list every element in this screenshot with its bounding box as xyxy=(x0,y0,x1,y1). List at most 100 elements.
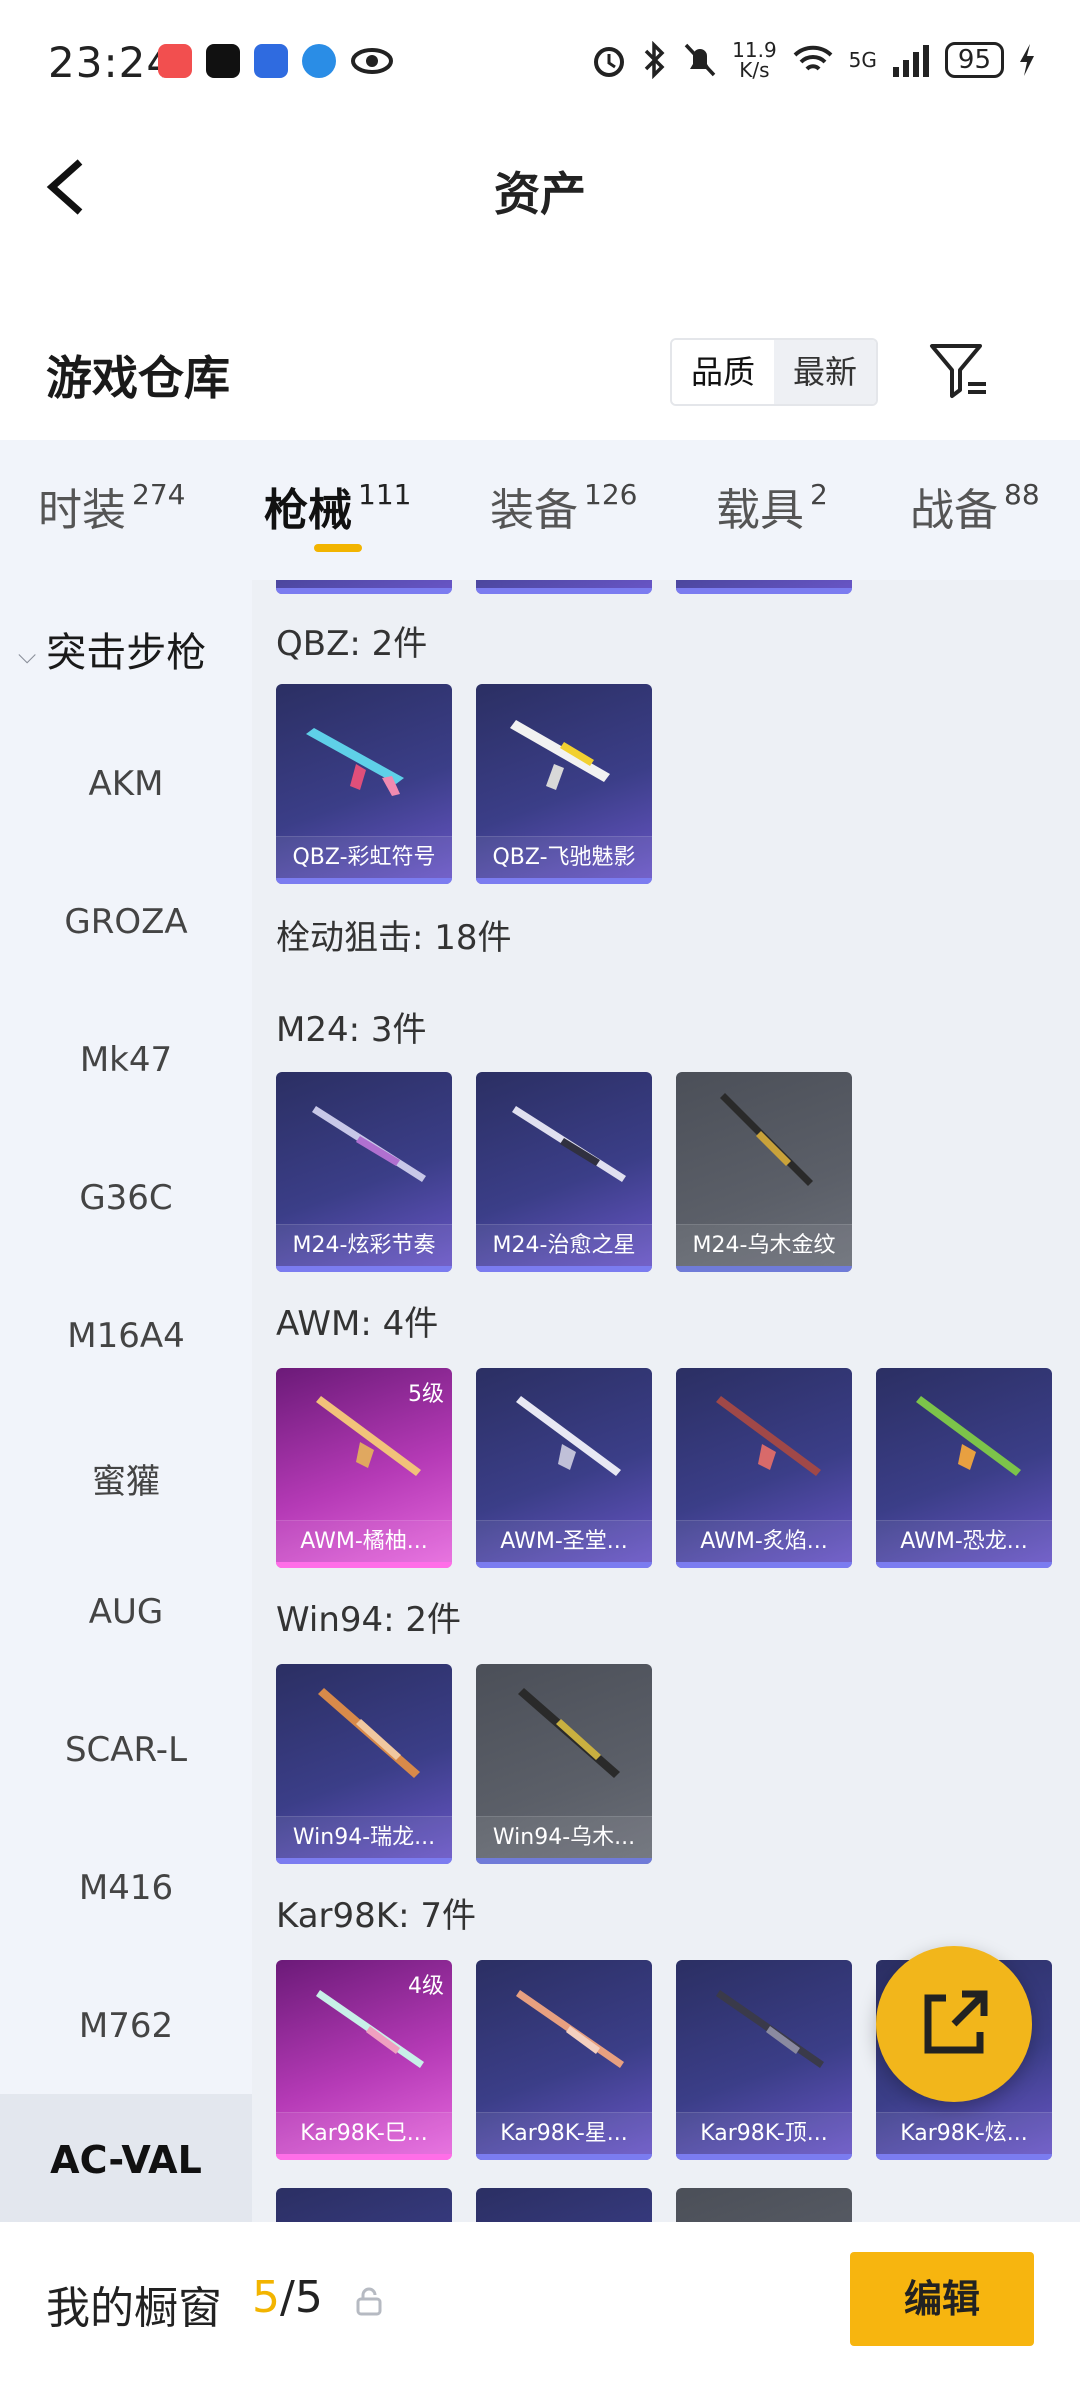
lock-icon xyxy=(356,2287,382,2316)
sidebar-item-honey-badger[interactable]: 蜜獾 xyxy=(0,1454,252,1503)
tab-vehicles[interactable]: 载具 2 xyxy=(716,474,828,538)
card-rarity-stripe xyxy=(276,588,452,594)
tab-fashion[interactable]: 时装 274 xyxy=(38,474,185,538)
showcase-total: /5 xyxy=(280,2272,323,2323)
skin-card[interactable] xyxy=(276,2188,452,2222)
skin-card-win94-1[interactable]: Win94-瑞龙... xyxy=(276,1664,452,1864)
charging-icon xyxy=(1020,44,1034,76)
status-bar: 23:24 11.9 K/s 5G 95 xyxy=(0,0,1080,126)
card-rarity-stripe xyxy=(476,1266,652,1272)
card-rarity-stripe xyxy=(476,878,652,884)
skin-card[interactable] xyxy=(676,2188,852,2222)
sidebar-item-ac-val[interactable]: AC-VAL xyxy=(0,2094,252,2222)
category-tabs: 时装 274 枪械 111 装备 126 载具 2 战备 88 xyxy=(0,440,1080,580)
skin-card-win94-2[interactable]: Win94-乌木... xyxy=(476,1664,652,1864)
sort-option-latest[interactable]: 最新 xyxy=(774,340,876,404)
net-speed-unit: K/s xyxy=(739,58,770,82)
card-rarity-stripe xyxy=(276,878,452,884)
showcase-bar: 我的橱窗 5/5 编辑 xyxy=(0,2222,1080,2382)
weapon-type-sidebar: ⌵ 突击步枪 AKM GROZA Mk47 G36C M16A4 蜜獾 AUG S… xyxy=(0,580,252,2222)
page-title: 资产 xyxy=(494,167,586,221)
share-external-icon xyxy=(924,1990,988,2054)
skin-card-awm-2[interactable]: AWM-圣堂... xyxy=(476,1368,652,1568)
soul-app-icon xyxy=(206,44,240,78)
skin-card-kar98k-1[interactable]: 4级 Kar98K-巳... xyxy=(276,1960,452,2160)
card-rarity-stripe xyxy=(676,588,852,594)
signal-label: 5G xyxy=(848,48,877,72)
sidebar-item-mk47[interactable]: Mk47 xyxy=(0,1040,252,1080)
active-tab-indicator xyxy=(314,544,362,552)
skin-card-awm-4[interactable]: AWM-恐龙... xyxy=(876,1368,1052,1568)
card-rarity-stripe xyxy=(476,588,652,594)
section-label-awm: AWM: 4件 xyxy=(276,1304,439,1344)
showcase-label: 我的橱窗 xyxy=(46,2283,222,2334)
filter-icon xyxy=(930,344,986,398)
section-label-bolt-action: 栓动狙击: 18件 xyxy=(276,918,512,958)
skin-card-kar98k-2[interactable]: Kar98K-星... xyxy=(476,1960,652,2160)
net-speed: 11.9 K/s xyxy=(732,40,777,80)
car-app-icon xyxy=(254,44,288,78)
sidebar-item-g36c[interactable]: G36C xyxy=(0,1178,252,1218)
sidebar-group-assault-rifles[interactable]: ⌵ 突击步枪 xyxy=(18,620,206,678)
share-button[interactable] xyxy=(876,1946,1032,2102)
sidebar-item-m416[interactable]: M416 xyxy=(0,1868,252,1908)
card-rarity-stripe xyxy=(676,2154,852,2160)
tab-guns[interactable]: 枪械 111 xyxy=(264,474,411,538)
tab-label: 枪械 xyxy=(264,485,352,536)
filter-button[interactable] xyxy=(928,340,990,402)
sidebar-item-m762[interactable]: M762 xyxy=(0,2006,252,2046)
skin-card[interactable] xyxy=(476,580,652,594)
wifi-icon xyxy=(793,45,833,71)
skin-card-awm-3[interactable]: AWM-炙焰... xyxy=(676,1368,852,1568)
tab-equipment[interactable]: 装备 126 xyxy=(490,474,637,538)
card-rarity-stripe xyxy=(476,2154,652,2160)
card-caption: QBZ-彩虹符号 xyxy=(276,836,452,878)
skin-card-awm-1[interactable]: 5级 AWM-橘柚... xyxy=(276,1368,452,1568)
card-caption: Win94-瑞龙... xyxy=(276,1816,452,1858)
skin-card-qbz-rainbow[interactable]: QBZ-彩虹符号 xyxy=(276,684,452,884)
sidebar-item-aug[interactable]: AUG xyxy=(0,1592,252,1632)
skin-card-m24-3[interactable]: M24-乌木金纹 xyxy=(676,1072,852,1272)
card-rarity-stripe xyxy=(476,1858,652,1864)
sidebar-item-m16a4[interactable]: M16A4 xyxy=(0,1316,252,1356)
card-caption: Kar98K-顶... xyxy=(676,2112,852,2154)
sniper-skin-icon xyxy=(716,1396,821,1476)
sniper-skin-icon xyxy=(512,1106,626,1182)
card-rarity-stripe xyxy=(276,2154,452,2160)
card-rarity-stripe xyxy=(276,1858,452,1864)
skin-card-m24-1[interactable]: M24-炫彩节奏 xyxy=(276,1072,452,1272)
skin-card[interactable] xyxy=(476,2188,652,2222)
edit-button[interactable]: 编辑 xyxy=(850,2252,1034,2346)
sniper-skin-icon xyxy=(316,1396,421,1476)
card-rarity-stripe xyxy=(476,1562,652,1568)
skin-card[interactable] xyxy=(276,580,452,594)
skin-card-m24-2[interactable]: M24-治愈之星 xyxy=(476,1072,652,1272)
eye-icon xyxy=(351,48,393,74)
rifle-skin-icon xyxy=(510,720,610,790)
bluetooth-icon xyxy=(644,41,665,79)
tab-count: 274 xyxy=(132,478,186,511)
tab-count: 111 xyxy=(358,478,412,511)
card-rarity-stripe xyxy=(676,1266,852,1272)
card-caption: Win94-乌木... xyxy=(476,1816,652,1858)
skin-card[interactable] xyxy=(676,580,852,594)
card-caption: AWM-恐龙... xyxy=(876,1520,1052,1562)
tab-count: 88 xyxy=(1004,478,1040,511)
skin-card-kar98k-3[interactable]: Kar98K-顶... xyxy=(676,1960,852,2160)
sidebar-group-label: 突击步枪 xyxy=(46,630,207,676)
sort-option-quality[interactable]: 品质 xyxy=(672,340,774,404)
card-caption: M24-乌木金纹 xyxy=(676,1224,852,1266)
sidebar-item-scar-l[interactable]: SCAR-L xyxy=(0,1730,252,1770)
tab-count: 126 xyxy=(584,478,638,511)
sidebar-item-groza[interactable]: GROZA xyxy=(0,902,252,942)
tab-label: 战备 xyxy=(910,485,998,536)
tab-tactical[interactable]: 战备 88 xyxy=(910,474,1040,538)
section-label-m24: M24: 3件 xyxy=(276,1010,427,1050)
skin-card-qbz-phantom[interactable]: QBZ-飞驰魅影 xyxy=(476,684,652,884)
card-rarity-stripe xyxy=(676,1562,852,1568)
sniper-skin-icon xyxy=(516,1396,621,1476)
rifle-skin-icon xyxy=(518,1688,620,1778)
card-caption: QBZ-飞驰魅影 xyxy=(476,836,652,878)
tab-label: 载具 xyxy=(716,485,804,536)
sidebar-item-akm[interactable]: AKM xyxy=(0,764,252,804)
